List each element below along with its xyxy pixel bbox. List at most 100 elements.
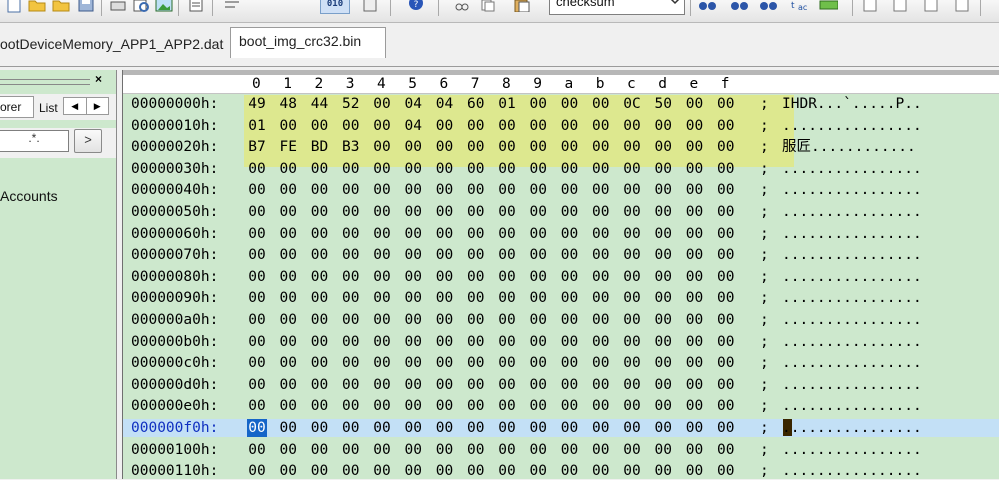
hex-byte[interactable]: 00 [497, 225, 517, 243]
hex-byte[interactable]: 00 [560, 246, 580, 264]
hex-row[interactable]: 00000000h: 49 48 44 52 00 04 04 60 01 00 00 00 0C 50 00… [123, 95, 999, 113]
hex-byte[interactable]: 00 [716, 289, 736, 307]
hex-byte[interactable]: 00 [435, 376, 455, 394]
hex-row[interactable]: 00000090h: 00 00 00 00 00 00 00 00 00 00 00 00 00 00 00… [123, 289, 999, 307]
hex-row[interactable]: 000000a0h: 00 00 00 00 00 00 00 00 00 00 00 00 00 00 00… [123, 311, 999, 329]
hex-byte[interactable]: 00 [247, 311, 267, 329]
hex-byte[interactable]: 00 [403, 268, 423, 286]
checksum-combo[interactable]: checksum [549, 0, 685, 15]
hex-byte[interactable]: 00 [278, 376, 298, 394]
hex-byte[interactable]: 00 [403, 462, 423, 480]
hex-byte[interactable]: 00 [372, 138, 392, 156]
hex-byte[interactable]: 00 [341, 117, 361, 135]
row-ascii[interactable]: ................ [782, 289, 922, 307]
hex-byte[interactable]: 00 [528, 333, 548, 351]
row-ascii[interactable]: ................ [782, 333, 922, 351]
hex-byte[interactable]: 00 [403, 138, 423, 156]
goto-icon[interactable] [818, 0, 838, 16]
hex-row[interactable]: 00000050h: 00 00 00 00 00 00 00 00 00 00 00 00 00 00 00… [123, 203, 999, 221]
hex-byte[interactable]: 00 [685, 354, 705, 372]
hex-byte[interactable]: 00 [435, 160, 455, 178]
hex-byte[interactable]: 00 [622, 289, 642, 307]
align-center-icon[interactable] [890, 0, 910, 16]
hex-byte[interactable]: 00 [622, 225, 642, 243]
hex-byte[interactable]: 00 [591, 376, 611, 394]
hex-byte[interactable]: 00 [685, 419, 705, 437]
hex-byte[interactable]: 00 [591, 138, 611, 156]
hex-byte[interactable]: 00 [716, 225, 736, 243]
hex-byte[interactable]: 00 [341, 160, 361, 178]
hex-byte[interactable]: 50 [653, 95, 673, 113]
hex-byte[interactable]: 00 [403, 441, 423, 459]
hex-byte[interactable]: 00 [622, 138, 642, 156]
hex-byte[interactable]: 00 [685, 397, 705, 415]
hex-byte[interactable]: 00 [403, 181, 423, 199]
hex-byte[interactable]: 00 [497, 441, 517, 459]
row-ascii[interactable]: ................ [782, 462, 922, 480]
hex-byte[interactable]: 00 [278, 311, 298, 329]
hex-byte[interactable]: 00 [560, 225, 580, 243]
close-icon[interactable]: × [95, 72, 102, 86]
hex-byte[interactable]: 00 [528, 117, 548, 135]
hex-byte[interactable]: 00 [591, 225, 611, 243]
hex-byte[interactable]: 00 [653, 462, 673, 480]
hex-byte[interactable]: 00 [622, 419, 642, 437]
pane-grip[interactable] [0, 79, 90, 85]
row-ascii[interactable]: ................ [782, 246, 922, 264]
row-ascii[interactable]: ................ [782, 419, 922, 437]
hex-byte[interactable]: 00 [591, 354, 611, 372]
filter-input[interactable]: .*. [0, 130, 69, 152]
hex-byte[interactable]: 00 [528, 441, 548, 459]
hex-row[interactable]: 00000070h: 00 00 00 00 00 00 00 00 00 00 00 00 00 00 00… [123, 246, 999, 264]
hex-byte[interactable]: 00 [435, 441, 455, 459]
hex-byte[interactable]: 00 [341, 311, 361, 329]
hex-byte[interactable]: 00 [435, 289, 455, 307]
hex-byte[interactable]: 04 [435, 95, 455, 113]
hex-byte[interactable]: 00 [685, 462, 705, 480]
hex-byte[interactable]: 00 [716, 117, 736, 135]
hex-byte[interactable]: 00 [372, 311, 392, 329]
hex-byte[interactable]: 00 [247, 354, 267, 372]
image-icon[interactable] [154, 0, 174, 16]
hex-byte[interactable]: 00 [310, 311, 330, 329]
row-ascii[interactable]: ................ [782, 311, 922, 329]
hex-byte[interactable]: 00 [403, 354, 423, 372]
hex-byte[interactable]: 00 [310, 117, 330, 135]
hex-byte[interactable]: 00 [591, 117, 611, 135]
hex-byte[interactable]: 44 [310, 95, 330, 113]
hex-byte[interactable]: 00 [497, 462, 517, 480]
properties-icon[interactable] [360, 0, 380, 16]
hex-byte[interactable]: 00 [622, 333, 642, 351]
hex-byte[interactable]: 00 [403, 376, 423, 394]
hex-byte[interactable]: 00 [653, 268, 673, 286]
hex-byte[interactable]: B7 [247, 138, 267, 156]
hex-byte[interactable]: 00 [528, 289, 548, 307]
open-folder-icon[interactable] [27, 0, 47, 16]
hex-byte[interactable]: B3 [341, 138, 361, 156]
row-ascii[interactable]: ................ [782, 225, 922, 243]
hex-byte[interactable]: 00 [653, 160, 673, 178]
hex-byte[interactable]: 00 [341, 376, 361, 394]
hex-byte[interactable]: 00 [653, 289, 673, 307]
hex-byte[interactable]: 00 [435, 397, 455, 415]
hex-byte[interactable]: 00 [341, 333, 361, 351]
hex-byte[interactable]: 00 [403, 203, 423, 221]
scroll-left-icon[interactable]: ◀ [64, 98, 87, 114]
align-left-icon[interactable] [860, 0, 880, 16]
print-preview-icon[interactable] [131, 0, 151, 16]
find-icon[interactable] [698, 0, 718, 16]
hex-byte[interactable]: 00 [435, 246, 455, 264]
hex-byte[interactable]: 00 [341, 268, 361, 286]
row-ascii[interactable]: IHDR...`.....P.. [782, 95, 922, 113]
hex-byte[interactable]: 00 [247, 419, 267, 437]
hex-byte[interactable]: 00 [341, 441, 361, 459]
hex-byte[interactable]: 00 [716, 397, 736, 415]
hex-byte[interactable]: 00 [341, 225, 361, 243]
hex-byte[interactable]: 00 [497, 397, 517, 415]
hex-byte[interactable]: 00 [435, 268, 455, 286]
hex-byte[interactable]: 00 [403, 333, 423, 351]
hex-byte[interactable]: 00 [341, 354, 361, 372]
hex-byte[interactable]: 00 [685, 441, 705, 459]
hex-byte[interactable]: 00 [685, 225, 705, 243]
hex-byte[interactable]: 00 [435, 181, 455, 199]
